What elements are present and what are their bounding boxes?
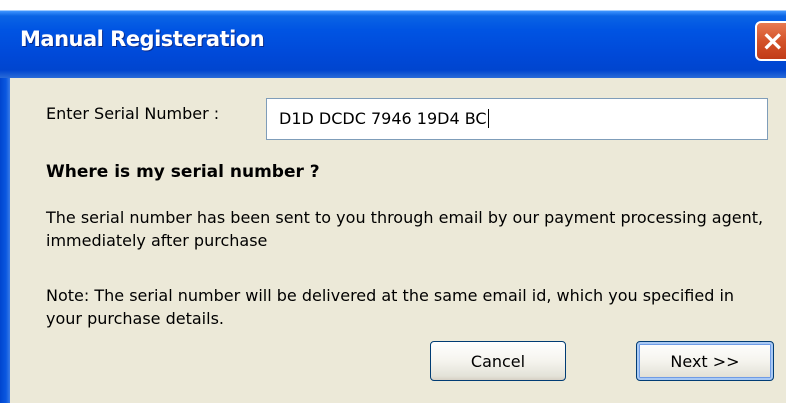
title-bar[interactable]: Manual Registeration × xyxy=(0,0,786,78)
serial-number-input[interactable]: D1D DCDC 7946 19D4 BC xyxy=(266,98,768,140)
dialog-body: Enter Serial Number : D1D DCDC 7946 19D4… xyxy=(10,78,786,403)
close-icon: × xyxy=(761,24,785,57)
serial-note-text: Note: The serial number will be delivere… xyxy=(46,286,735,328)
serial-help-text: The serial number has been sent to you t… xyxy=(46,208,764,250)
text-caret xyxy=(487,109,489,128)
window-title: Manual Registeration xyxy=(20,27,265,51)
window-frame-left xyxy=(0,78,10,403)
serial-number-label: Enter Serial Number : xyxy=(46,104,220,123)
serial-help-heading: Where is my serial number ? xyxy=(46,162,320,182)
next-button[interactable]: Next >> xyxy=(636,341,774,381)
manual-registration-dialog: Manual Registeration × Enter Serial Numb… xyxy=(0,0,786,403)
close-button[interactable]: × xyxy=(755,21,786,61)
cancel-button[interactable]: Cancel xyxy=(430,341,566,381)
serial-number-value: D1D DCDC 7946 19D4 BC xyxy=(279,109,489,128)
